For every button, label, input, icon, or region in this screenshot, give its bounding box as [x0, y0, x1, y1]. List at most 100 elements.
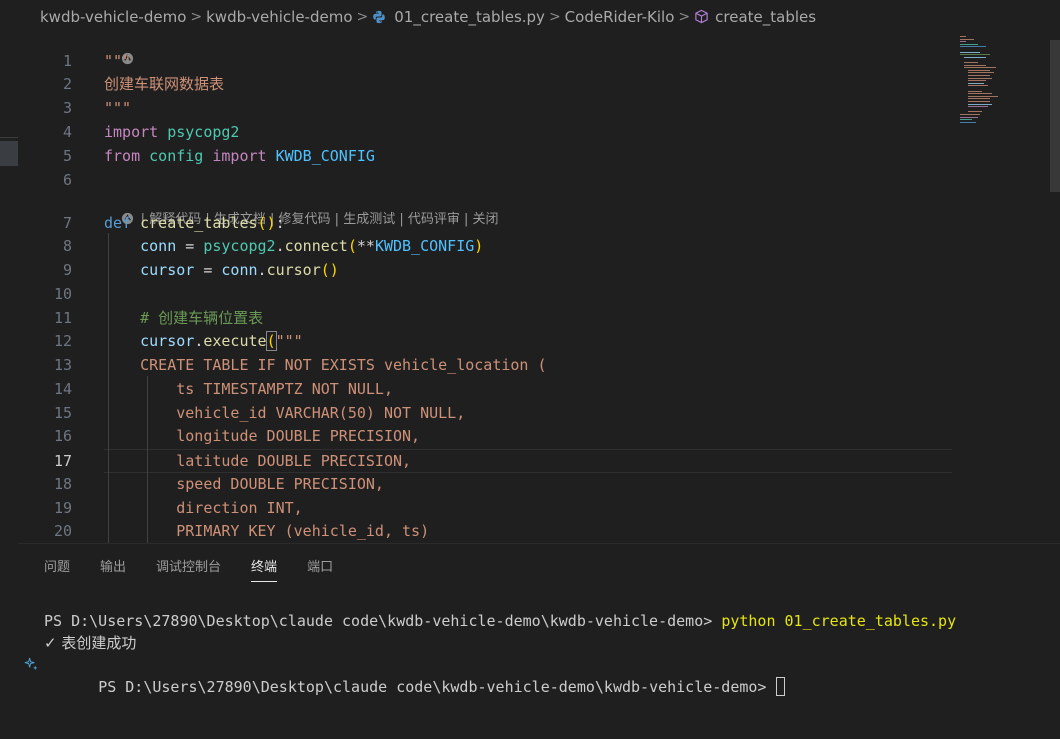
breadcrumb: kwdb-vehicle-demo > kwdb-vehicle-demo > … [0, 0, 1060, 34]
terminal-line: PS D:\Users\27890\Desktop\claude code\kw… [24, 654, 956, 696]
minimap-line [968, 82, 984, 84]
minimap-line [968, 111, 982, 113]
line-number: 5 [62, 147, 72, 165]
code-token: ** [356, 237, 375, 255]
terminal-prompt: PS D:\Users\27890\Desktop\claude code\kw… [98, 678, 776, 696]
code-token: cursor [140, 332, 195, 350]
breadcrumb-file-label: 01_create_tables.py [394, 8, 545, 26]
terminal[interactable]: PS D:\Users\27890\Desktop\claude code\kw… [24, 610, 956, 696]
code-string: direction INT, [176, 499, 303, 517]
terminal-line: PS D:\Users\27890\Desktop\claude code\kw… [44, 610, 956, 632]
code-string: PRIMARY KEY (vehicle_id, ts) [176, 522, 430, 540]
breadcrumb-folder-1[interactable]: kwdb-vehicle-demo [40, 8, 186, 26]
code-line: 3 """ [18, 96, 952, 120]
code-token: () [320, 261, 339, 279]
breadcrumb-separator: > [548, 9, 561, 25]
tab-output[interactable]: 输出 [100, 556, 126, 582]
code-token: config [149, 147, 204, 165]
code-token: def [104, 214, 132, 232]
code-string: CREATE TABLE IF NOT EXISTS vehicle_locat… [140, 356, 547, 374]
minimap-line [960, 119, 972, 121]
code-string: speed DOUBLE PRECISION, [176, 475, 384, 493]
code-line: 1 """ [18, 49, 952, 73]
code-line: 2 创建车联网数据表 [18, 72, 952, 96]
function-cube-icon [695, 9, 708, 24]
minimap-line [968, 95, 998, 97]
minimap[interactable] [958, 34, 1048, 134]
line-number: 9 [62, 261, 72, 279]
panel-tabs: 问题 输出 调试控制台 终端 端口 [44, 556, 363, 582]
code-token: . [257, 261, 267, 279]
code-token: KWDB_CONFIG [374, 237, 475, 255]
minimap-line [960, 51, 980, 53]
sparkle-icon[interactable] [24, 657, 39, 672]
code-token: ) [266, 214, 276, 232]
breadcrumb-file[interactable]: 01_create_tables.py [372, 8, 545, 26]
code-editor[interactable]: 1 """ 2 创建车联网数据表 3 """ 4 import psycopg2 5 fr… [18, 34, 1060, 543]
breadcrumb-scope[interactable]: CodeRider-Kilo [565, 8, 675, 26]
editor-scroll-thumb[interactable] [1050, 40, 1060, 192]
code-token: conn [140, 237, 177, 255]
terminal-output: ✓ 表创建成功 [44, 634, 137, 652]
tab-terminal[interactable]: 终端 [251, 556, 278, 582]
line-number: 6 [62, 171, 72, 189]
tab-problems[interactable]: 问题 [44, 556, 70, 582]
code-token: . [275, 237, 285, 255]
left-gutter-strip [0, 34, 18, 543]
code-token: = [194, 261, 222, 279]
minimap-line [968, 75, 990, 76]
code-line: 6 [18, 168, 952, 192]
line-number: 3 [62, 99, 72, 117]
bracket-match: ( [265, 331, 277, 351]
code-lens-top[interactable] [104, 34, 137, 65]
minimap-line [968, 72, 994, 74]
code-token: KWDB_CONFIG [275, 147, 375, 165]
code-string: vehicle_id VARCHAR(50) NOT NULL, [176, 404, 466, 422]
line-number: 14 [53, 380, 72, 398]
code-token: """ [104, 99, 132, 117]
code-token: ( [347, 237, 357, 255]
code-line: 16 longitude DOUBLE PRECISION, [18, 424, 952, 448]
minimap-line [964, 56, 986, 58]
line-number: 7 [62, 214, 72, 232]
code-token: psycopg2 [203, 237, 276, 255]
code-line: 20 PRIMARY KEY (vehicle_id, ts) [18, 519, 952, 543]
code-token: from [104, 147, 141, 165]
code-line: 7 def create_tables(): [18, 211, 952, 235]
tab-debug-console[interactable]: 调试控制台 [156, 556, 221, 582]
code-token: cursor [266, 261, 321, 279]
line-number: 10 [53, 285, 72, 303]
code-token: . [194, 332, 204, 350]
python-file-icon [373, 10, 386, 24]
minimap-line [960, 121, 976, 123]
code-line: 15 vehicle_id VARCHAR(50) NOT NULL, [18, 401, 952, 425]
minimap-line [960, 41, 966, 43]
breadcrumb-folder-2[interactable]: kwdb-vehicle-demo [206, 8, 352, 26]
minimap-line [960, 114, 980, 115]
minimap-line [968, 90, 982, 92]
code-line: 11 # 创建车辆位置表 [18, 306, 952, 330]
code-token: 创建车联网数据表 [104, 75, 225, 93]
minimap-line [960, 54, 990, 56]
bottom-panel: 问题 输出 调试控制台 终端 端口 PS D:\Users\27890\Desk… [18, 543, 1060, 739]
code-line: 12 cursor.execute(""" [18, 329, 952, 353]
minimap-line [968, 106, 988, 108]
line-number: 16 [53, 427, 72, 445]
minimap-line [960, 116, 978, 118]
code-line: 13 CREATE TABLE IF NOT EXISTS vehicle_lo… [18, 353, 952, 377]
minimap-line [968, 85, 988, 87]
left-active-marker [0, 141, 18, 166]
code-token: import [212, 147, 267, 165]
code-line: 4 import psycopg2 [18, 120, 952, 144]
minimap-line [968, 77, 992, 79]
minimap-line [968, 103, 992, 105]
code-line-active: 17 latitude DOUBLE PRECISION, [18, 449, 952, 473]
code-string: ts TIMESTAMPTZ NOT NULL, [176, 380, 393, 398]
code-line: 14 ts TIMESTAMPTZ NOT NULL, [18, 377, 952, 401]
tab-ports[interactable]: 端口 [307, 556, 333, 582]
line-number: 11 [53, 309, 72, 327]
line-number: 20 [53, 522, 72, 540]
code-string: latitude DOUBLE PRECISION, [176, 452, 412, 470]
breadcrumb-symbol[interactable]: create_tables [694, 8, 816, 26]
terminal-command: python 01_create_tables.py [721, 612, 957, 630]
